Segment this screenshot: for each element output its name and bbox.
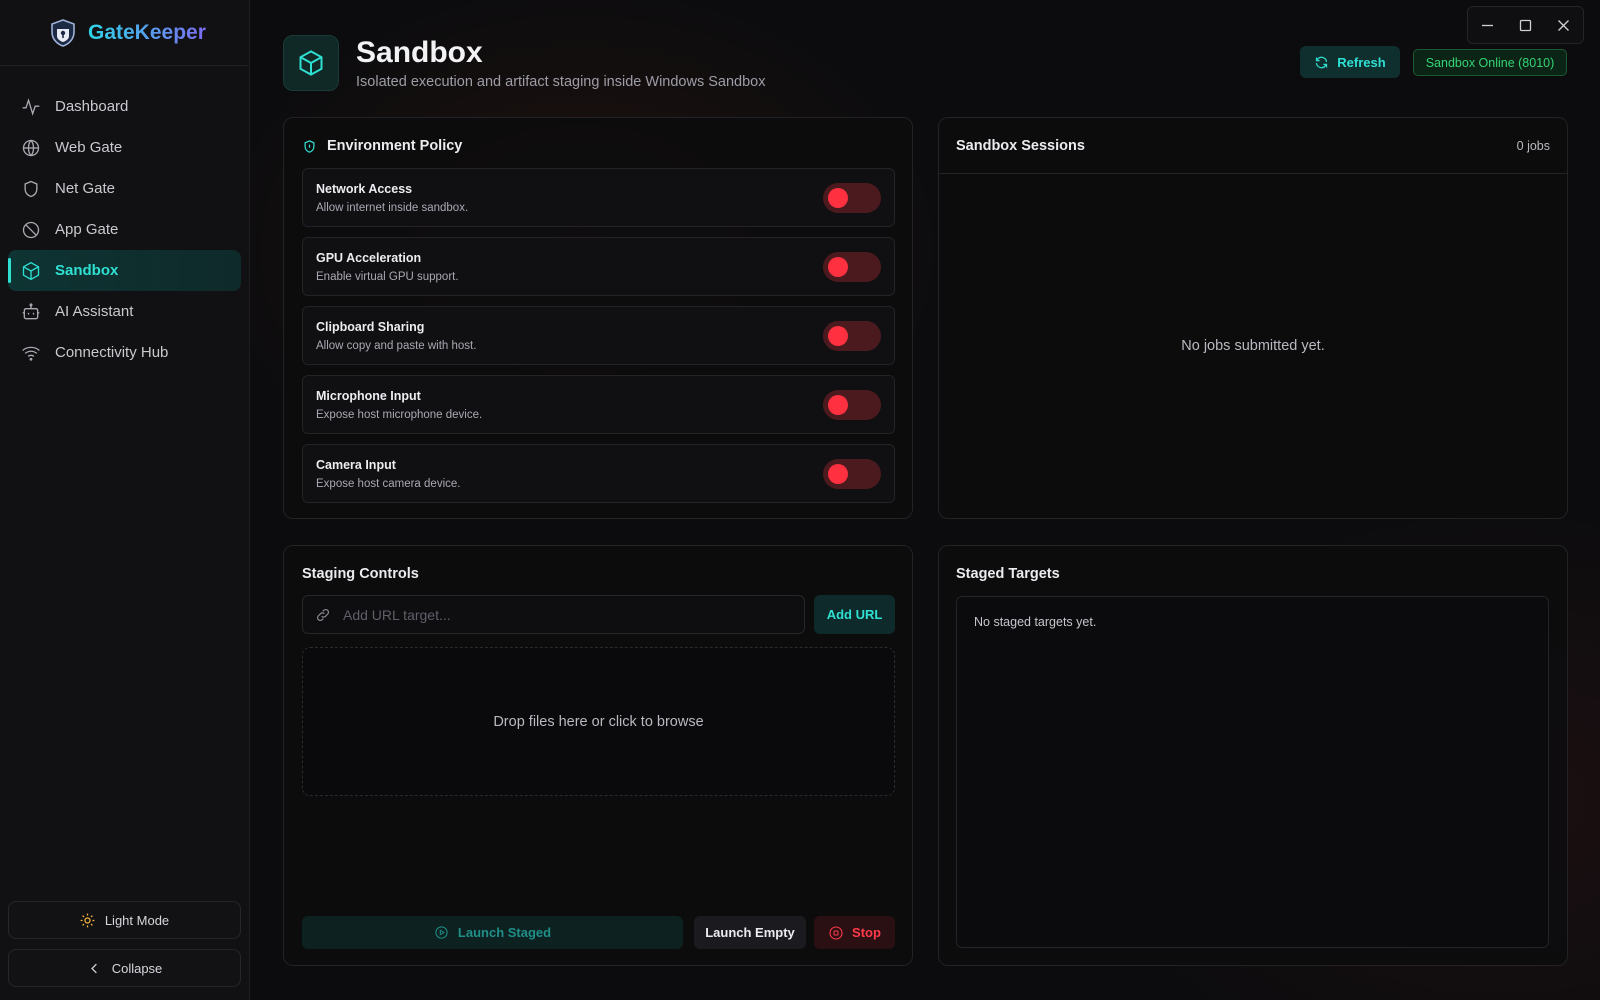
camera-input-toggle[interactable] [823, 459, 881, 489]
policy-row-gpu-acceleration: GPU Acceleration Enable virtual GPU supp… [302, 237, 895, 296]
stop-button[interactable]: Stop [814, 916, 895, 949]
light-mode-label: Light Mode [104, 912, 170, 928]
sandbox-sessions-title: Sandbox Sessions [956, 138, 1085, 154]
app-name: GateKeeper [88, 20, 206, 44]
microphone-input-toggle[interactable] [823, 390, 881, 420]
launch-staged-label: Launch Staged [457, 925, 552, 940]
sidebar-item-app-gate[interactable]: App Gate [8, 209, 241, 250]
sessions-empty-state: No jobs submitted yet. [1181, 338, 1325, 354]
gpu-acceleration-toggle[interactable] [823, 252, 881, 282]
url-target-input[interactable] [343, 606, 773, 623]
wifi-icon [22, 346, 40, 361]
policy-description: Allow internet inside sandbox. [316, 202, 469, 214]
environment-policy-title: Environment Policy [327, 138, 463, 154]
globe-icon [22, 139, 40, 156]
policy-label: GPU Acceleration [316, 251, 422, 265]
policy-label: Clipboard Sharing [316, 320, 425, 334]
policy-description: Enable virtual GPU support. [316, 271, 459, 283]
divider [939, 173, 1567, 174]
sidebar-item-web-gate[interactable]: Web Gate [8, 127, 241, 168]
close-button[interactable] [1549, 10, 1579, 40]
sidebar-item-label: Web Gate [55, 139, 123, 156]
activity-icon [22, 97, 40, 116]
jobs-count: 0 jobs [1516, 139, 1550, 153]
sidebar-item-label: Sandbox [55, 262, 119, 279]
collapse-button[interactable]: Collapse [8, 949, 241, 987]
stop-circle-icon [829, 925, 843, 940]
staged-targets-empty-state: No staged targets yet. [974, 615, 1097, 629]
shield-icon [24, 180, 38, 197]
cube-icon [299, 50, 323, 76]
sun-icon [80, 913, 95, 927]
bot-icon [22, 302, 40, 319]
maximize-button[interactable] [1510, 10, 1540, 40]
sidebar-nav: Dashboard Web Gate Net Gate App Gate San… [0, 66, 249, 373]
sidebar-item-net-gate[interactable]: Net Gate [8, 168, 241, 209]
sandbox-status-badge: Sandbox Online (8010) [1413, 49, 1567, 76]
play-circle-icon [435, 926, 448, 939]
environment-policy-card: Environment Policy Network Access Allow … [283, 117, 913, 519]
gatekeeper-logo-icon [51, 18, 75, 47]
sidebar-item-sandbox[interactable]: Sandbox [8, 250, 241, 291]
main-content: Sandbox Isolated execution and artifact … [250, 0, 1600, 1000]
sidebar-item-ai-assistant[interactable]: AI Assistant [8, 291, 241, 332]
page-header-icon [283, 35, 339, 91]
refresh-button[interactable]: Refresh [1300, 46, 1400, 78]
stop-label: Stop [852, 925, 881, 940]
sidebar-item-label: Connectivity Hub [55, 344, 169, 361]
clipboard-sharing-toggle[interactable] [823, 321, 881, 351]
file-dropzone[interactable]: Drop files here or click to browse [302, 647, 895, 796]
sidebar-item-connectivity-hub[interactable]: Connectivity Hub [8, 332, 241, 373]
policy-label: Camera Input [316, 458, 396, 472]
link-icon [316, 608, 330, 621]
staged-targets-title: Staged Targets [956, 566, 1060, 582]
brand: GateKeeper [0, 0, 249, 66]
light-mode-button[interactable]: Light Mode [8, 901, 241, 939]
policy-row-clipboard-sharing: Clipboard Sharing Allow copy and paste w… [302, 306, 895, 365]
minimize-icon [1481, 24, 1493, 26]
sidebar-item-label: AI Assistant [55, 303, 134, 320]
chevron-left-icon [90, 963, 97, 973]
sidebar-item-dashboard[interactable]: Dashboard [8, 86, 241, 127]
policy-row-network-access: Network Access Allow internet inside san… [302, 168, 895, 227]
policy-label: Microphone Input [316, 389, 421, 403]
refresh-label: Refresh [1337, 54, 1386, 70]
url-target-field[interactable] [302, 595, 805, 634]
staged-targets-list: No staged targets yet. [956, 596, 1549, 948]
ban-icon [22, 221, 40, 238]
policy-label: Network Access [316, 182, 413, 196]
sidebar-item-label: App Gate [55, 221, 119, 238]
sidebar: GateKeeper Dashboard Web Gate Net Gate A… [0, 0, 250, 1000]
launch-staged-button[interactable]: Launch Staged [302, 916, 683, 949]
policy-description: Expose host microphone device. [316, 409, 483, 421]
environment-policy-header: Environment Policy [302, 138, 462, 154]
policy-row-camera-input: Camera Input Expose host camera device. [302, 444, 895, 503]
policy-description: Allow copy and paste with host. [316, 340, 477, 352]
window-controls [1467, 6, 1584, 44]
sandbox-sessions-card: Sandbox Sessions 0 jobs No jobs submitte… [938, 117, 1568, 519]
policy-row-microphone-input: Microphone Input Expose host microphone … [302, 375, 895, 434]
staged-targets-card: Staged Targets No staged targets yet. [938, 545, 1568, 966]
sidebar-item-label: Dashboard [55, 98, 129, 115]
sidebar-item-label: Net Gate [55, 180, 116, 197]
page-title: Sandbox [356, 36, 483, 69]
staging-controls-title: Staging Controls [302, 566, 419, 582]
cube-icon [22, 261, 40, 280]
refresh-icon [1316, 56, 1328, 68]
close-icon [1558, 19, 1570, 31]
staging-controls-card: Staging Controls Add URL Drop files here… [283, 545, 913, 966]
add-url-button[interactable]: Add URL [814, 595, 895, 634]
shield-icon [304, 139, 315, 153]
collapse-label: Collapse [111, 960, 163, 976]
maximize-icon [1519, 19, 1532, 31]
network-access-toggle[interactable] [823, 183, 881, 213]
page-subtitle: Isolated execution and artifact staging … [356, 74, 766, 90]
policy-description: Expose host camera device. [316, 478, 461, 490]
minimize-button[interactable] [1472, 10, 1502, 40]
dropzone-label: Drop files here or click to browse [493, 713, 704, 730]
launch-empty-button[interactable]: Launch Empty [694, 916, 806, 949]
